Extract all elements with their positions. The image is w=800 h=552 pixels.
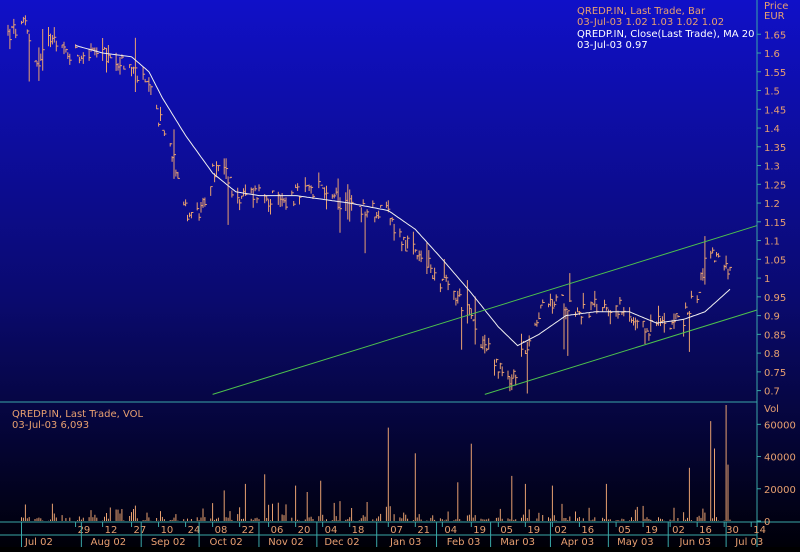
x-tick-label: 02 bbox=[672, 525, 685, 536]
x-month-label: Jun 03 bbox=[678, 537, 711, 547]
x-tick-label: 30 bbox=[726, 525, 739, 536]
volume-tick-label: 40000 bbox=[764, 453, 796, 464]
price-legend-title: QREDP.IN, Last Trade, Bar bbox=[577, 6, 706, 17]
x-tick-label: 21 bbox=[417, 525, 430, 536]
x-month-label: Nov 02 bbox=[268, 537, 303, 547]
price-axis-unit: EUR bbox=[764, 11, 785, 22]
price-tick-label: 0.85 bbox=[764, 330, 786, 341]
x-month-label: Apr 03 bbox=[561, 537, 594, 547]
x-tick-label: 19 bbox=[527, 525, 540, 536]
price-tick-label: 1.15 bbox=[764, 218, 786, 229]
x-tick-label: 29 bbox=[78, 525, 91, 536]
price-tick-label: 1.35 bbox=[764, 143, 786, 154]
price-tick-label: 0.75 bbox=[764, 368, 786, 379]
x-tick-label: 04 bbox=[444, 525, 457, 536]
x-tick-label: 12 bbox=[105, 525, 118, 536]
price-tick-label: 1.6 bbox=[764, 49, 780, 60]
x-month-label: Aug 02 bbox=[91, 537, 126, 547]
price-tick-label: 1.5 bbox=[764, 87, 780, 98]
volume-axis-label: Vol bbox=[764, 404, 779, 415]
x-tick-label: 18 bbox=[352, 525, 365, 536]
price-tick-label: 1.25 bbox=[764, 180, 786, 191]
price-tick-label: 1.55 bbox=[764, 68, 786, 79]
price-legend-values: 03-Jul-03 1.02 1.03 1.02 1.02 bbox=[577, 17, 724, 28]
x-month-label: Mar 03 bbox=[500, 537, 535, 547]
x-tick-label: 06 bbox=[271, 525, 284, 536]
x-tick-label: 19 bbox=[645, 525, 658, 536]
x-tick-label: 22 bbox=[242, 525, 255, 536]
x-month-label: Sep 02 bbox=[151, 537, 186, 547]
volume-legend-title: QREDP.IN, Last Trade, VOL bbox=[12, 409, 144, 420]
ma-legend-title: QREDP.IN, Close(Last Trade), MA 20 bbox=[577, 29, 754, 40]
x-tick-label: 14 bbox=[753, 525, 766, 536]
x-month-label: Jul 03 bbox=[734, 537, 763, 547]
price-tick-label: 0.9 bbox=[764, 312, 780, 323]
x-month-label: Oct 02 bbox=[210, 537, 243, 547]
x-tick-label: 07 bbox=[390, 525, 403, 536]
price-tick-label: 1 bbox=[764, 274, 770, 285]
price-tick-label: 0.8 bbox=[764, 349, 780, 360]
ma-legend-values: 03-Jul-03 0.97 bbox=[577, 40, 648, 51]
price-tick-label: 1.3 bbox=[764, 162, 780, 173]
x-month-label: May 03 bbox=[617, 537, 654, 547]
x-tick-label: 04 bbox=[325, 525, 338, 536]
x-tick-label: 24 bbox=[188, 525, 201, 536]
price-tick-label: 1.65 bbox=[764, 30, 786, 41]
volume-tick-label: 20000 bbox=[764, 485, 796, 496]
volume-tick-label: 60000 bbox=[764, 420, 796, 431]
x-tick-label: 16 bbox=[581, 525, 594, 536]
x-tick-label: 27 bbox=[134, 525, 147, 536]
x-month-label: Jan 03 bbox=[389, 537, 421, 547]
price-tick-label: 0.95 bbox=[764, 293, 786, 304]
x-tick-label: 02 bbox=[554, 525, 567, 536]
chart-background bbox=[0, 0, 800, 547]
x-tick-label: 05 bbox=[500, 525, 513, 536]
x-month-label: Jul 02 bbox=[24, 537, 53, 547]
volume-legend-values: 03-Jul-03 6,093 bbox=[12, 420, 89, 431]
x-tick-label: 16 bbox=[699, 525, 712, 536]
price-tick-label: 0.7 bbox=[764, 387, 780, 398]
price-tick-label: 1.05 bbox=[764, 255, 786, 266]
x-month-label: Dec 02 bbox=[324, 537, 359, 547]
price-tick-label: 1.1 bbox=[764, 237, 780, 248]
x-month-label: Feb 03 bbox=[447, 537, 481, 547]
x-tick-label: 08 bbox=[215, 525, 228, 536]
x-tick-label: 20 bbox=[298, 525, 311, 536]
price-tick-label: 1.2 bbox=[764, 199, 780, 210]
price-tick-label: 1.45 bbox=[764, 105, 786, 116]
price-volume-chart: 0.7 0.75 0.8 0.85 0.9 0.95 1 1.05 1.1 1.15 1.2 1.25… bbox=[0, 0, 800, 548]
x-tick-label: 05 bbox=[618, 525, 631, 536]
x-tick-label: 19 bbox=[473, 525, 486, 536]
chart-container: 0.7 0.75 0.8 0.85 0.9 0.95 1 1.05 1.1 1.15 1.2 1.25… bbox=[0, 0, 800, 548]
x-tick-label: 10 bbox=[161, 525, 174, 536]
price-tick-label: 1.4 bbox=[764, 124, 780, 135]
